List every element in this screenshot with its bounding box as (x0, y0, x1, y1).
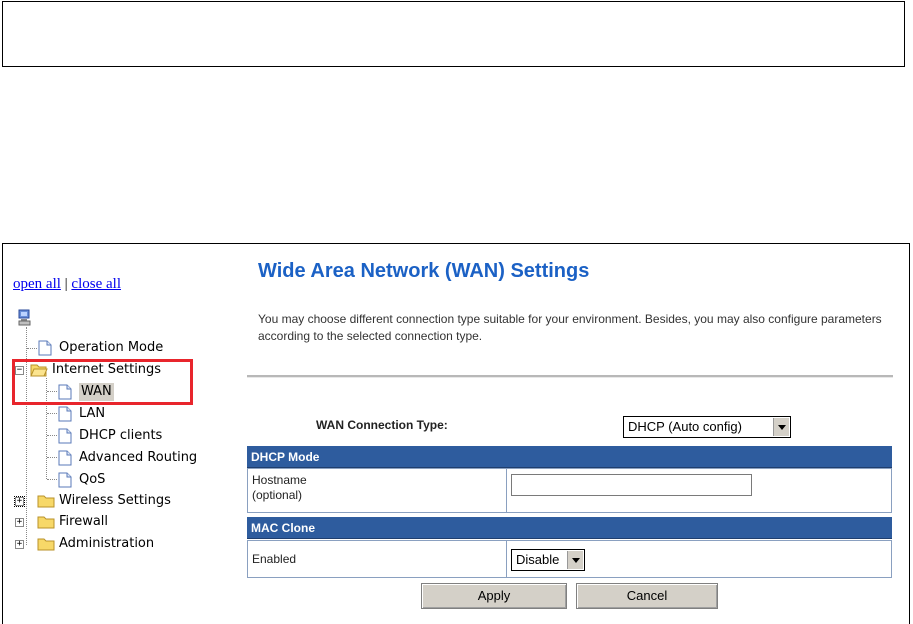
close-all-link[interactable]: close all (71, 276, 121, 292)
tree-item-label: DHCP clients (79, 428, 163, 443)
apply-button[interactable]: Apply (421, 583, 567, 609)
page-icon (38, 340, 52, 356)
tree-item-label: Advanced Routing (79, 450, 198, 465)
tree-item-label: Firewall (59, 514, 109, 529)
cancel-button[interactable]: Cancel (576, 583, 718, 609)
computer-root-icon (18, 309, 31, 326)
hostname-input[interactable] (511, 474, 752, 496)
open-all-link[interactable]: open all (13, 276, 61, 292)
folder-icon (37, 538, 55, 551)
tree-item-label: QoS (79, 472, 106, 487)
page-title: Wide Area Network (WAN) Settings (258, 260, 590, 282)
tree-line-h (47, 479, 57, 480)
select-value: Disable (516, 552, 560, 567)
chevron-down-icon[interactable] (567, 551, 583, 569)
page-icon (58, 472, 72, 488)
tree-item-label: Wireless Settings (59, 493, 171, 508)
mac-clone-header: MAC Clone (247, 517, 892, 539)
hostname-row: Hostname (optional) (247, 468, 892, 513)
tree-toggle-links: open all | close all (13, 276, 121, 293)
chevron-down-icon[interactable] (773, 418, 789, 436)
tree-line-h (47, 435, 57, 436)
hostname-label-line2: (optional) (252, 488, 303, 502)
highlight-annotation-box (12, 359, 193, 405)
enabled-value-cell: Disable (508, 541, 891, 577)
hostname-label-line1: Hostname (252, 473, 307, 487)
tree-line-h (27, 348, 37, 349)
tree-item-label: Operation Mode (59, 340, 164, 355)
expand-administration[interactable]: + (15, 540, 24, 549)
wan-connection-type-label: WAN Connection Type: (316, 418, 448, 432)
hostname-value-cell (508, 469, 891, 512)
page-icon (58, 428, 72, 444)
page-icon (58, 450, 72, 466)
tree-line-h (47, 413, 57, 414)
select-value: DHCP (Auto config) (628, 419, 742, 434)
divider (247, 375, 893, 378)
enabled-label: Enabled (248, 541, 507, 577)
mac-clone-select[interactable]: Disable (511, 549, 585, 571)
dhcp-mode-header: DHCP Mode (247, 446, 892, 468)
tree-item-label: Administration (59, 536, 155, 551)
blank-header-box (2, 1, 905, 67)
tree-line-h (47, 457, 57, 458)
expand-firewall[interactable]: + (15, 518, 24, 527)
page-description: You may choose different connection type… (258, 312, 882, 343)
mac-clone-enabled-row: Enabled Disable (247, 540, 892, 578)
tree-item-label: LAN (79, 406, 106, 421)
expand-wireless-settings[interactable]: + (14, 496, 25, 507)
folder-icon (37, 516, 55, 529)
hostname-label: Hostname (optional) (248, 469, 507, 512)
folder-icon (37, 495, 55, 508)
link-separator: | (64, 276, 68, 292)
page-icon (58, 406, 72, 422)
wan-connection-type-select[interactable]: DHCP (Auto config) (623, 416, 791, 438)
